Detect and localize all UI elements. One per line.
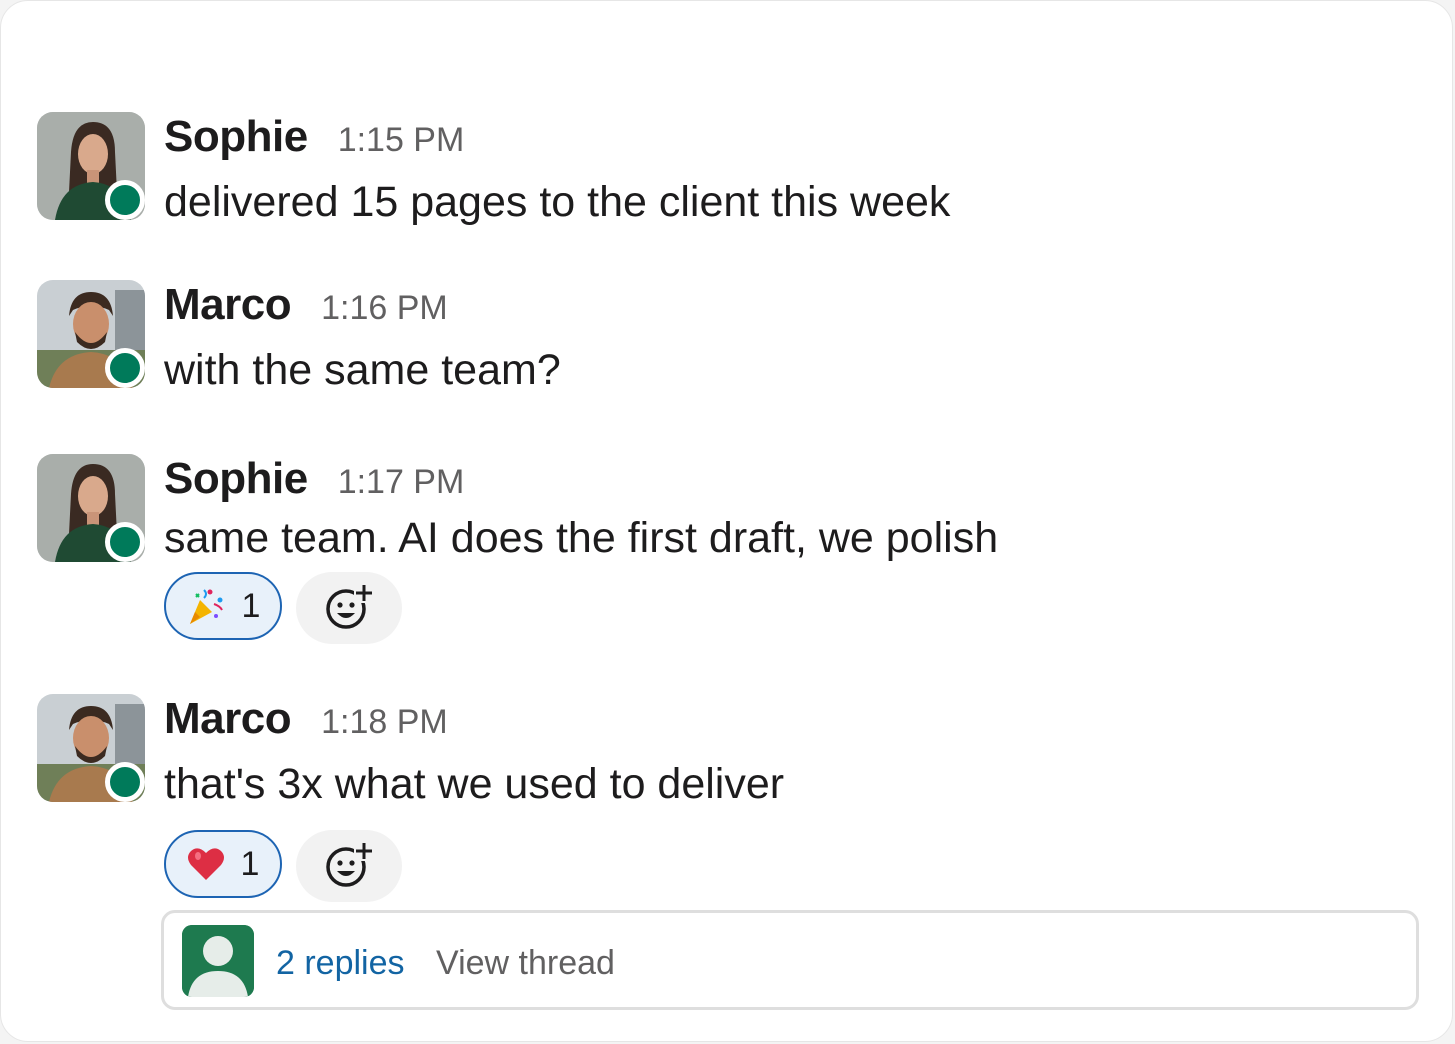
thread-summary[interactable]: 2 replies View thread bbox=[161, 910, 1419, 1010]
timestamp[interactable]: 1:16 PM bbox=[321, 289, 448, 327]
timestamp[interactable]: 1:17 PM bbox=[338, 463, 465, 501]
author-name[interactable]: Sophie bbox=[164, 112, 308, 161]
message-header: Marco 1:16 PM bbox=[164, 280, 448, 332]
message-text: same team. AI does the first draft, we p… bbox=[164, 514, 999, 562]
reply-count-link[interactable]: 2 replies bbox=[276, 944, 405, 983]
reaction-count: 1 bbox=[240, 844, 260, 883]
reaction-pill[interactable]: 1 bbox=[164, 830, 282, 898]
online-status-icon bbox=[105, 180, 145, 220]
add-reaction-icon bbox=[324, 839, 374, 894]
message-text: delivered 15 pages to the client this we… bbox=[164, 178, 951, 226]
online-status-icon bbox=[105, 762, 145, 802]
author-name[interactable]: Marco bbox=[164, 694, 292, 743]
reaction-bar: 1 bbox=[164, 572, 402, 644]
author-name[interactable]: Sophie bbox=[164, 454, 308, 503]
message-header: Sophie 1:17 PM bbox=[164, 454, 464, 506]
default-user-icon bbox=[182, 925, 254, 997]
reaction-bar: 1 bbox=[164, 830, 402, 902]
reaction-count: 1 bbox=[241, 586, 261, 625]
author-name[interactable]: Marco bbox=[164, 280, 292, 329]
online-status-icon bbox=[105, 348, 145, 388]
message-pane: Sophie 1:15 PM delivered 15 pages to the … bbox=[0, 0, 1453, 1042]
message-header: Sophie 1:15 PM bbox=[164, 112, 464, 164]
red-heart-icon bbox=[187, 846, 225, 882]
message-text: with the same team? bbox=[164, 346, 561, 394]
timestamp[interactable]: 1:18 PM bbox=[321, 703, 448, 741]
online-status-icon bbox=[105, 522, 145, 562]
view-thread-link[interactable]: View thread bbox=[436, 944, 615, 983]
add-reaction-icon bbox=[324, 581, 374, 636]
timestamp[interactable]: 1:15 PM bbox=[338, 121, 465, 159]
message-header: Marco 1:18 PM bbox=[164, 694, 448, 746]
party-popper-icon bbox=[186, 586, 226, 626]
add-reaction-button[interactable] bbox=[296, 572, 402, 644]
add-reaction-button[interactable] bbox=[296, 830, 402, 902]
message-text: that's 3x what we used to deliver bbox=[164, 760, 785, 808]
reaction-pill[interactable]: 1 bbox=[164, 572, 282, 640]
